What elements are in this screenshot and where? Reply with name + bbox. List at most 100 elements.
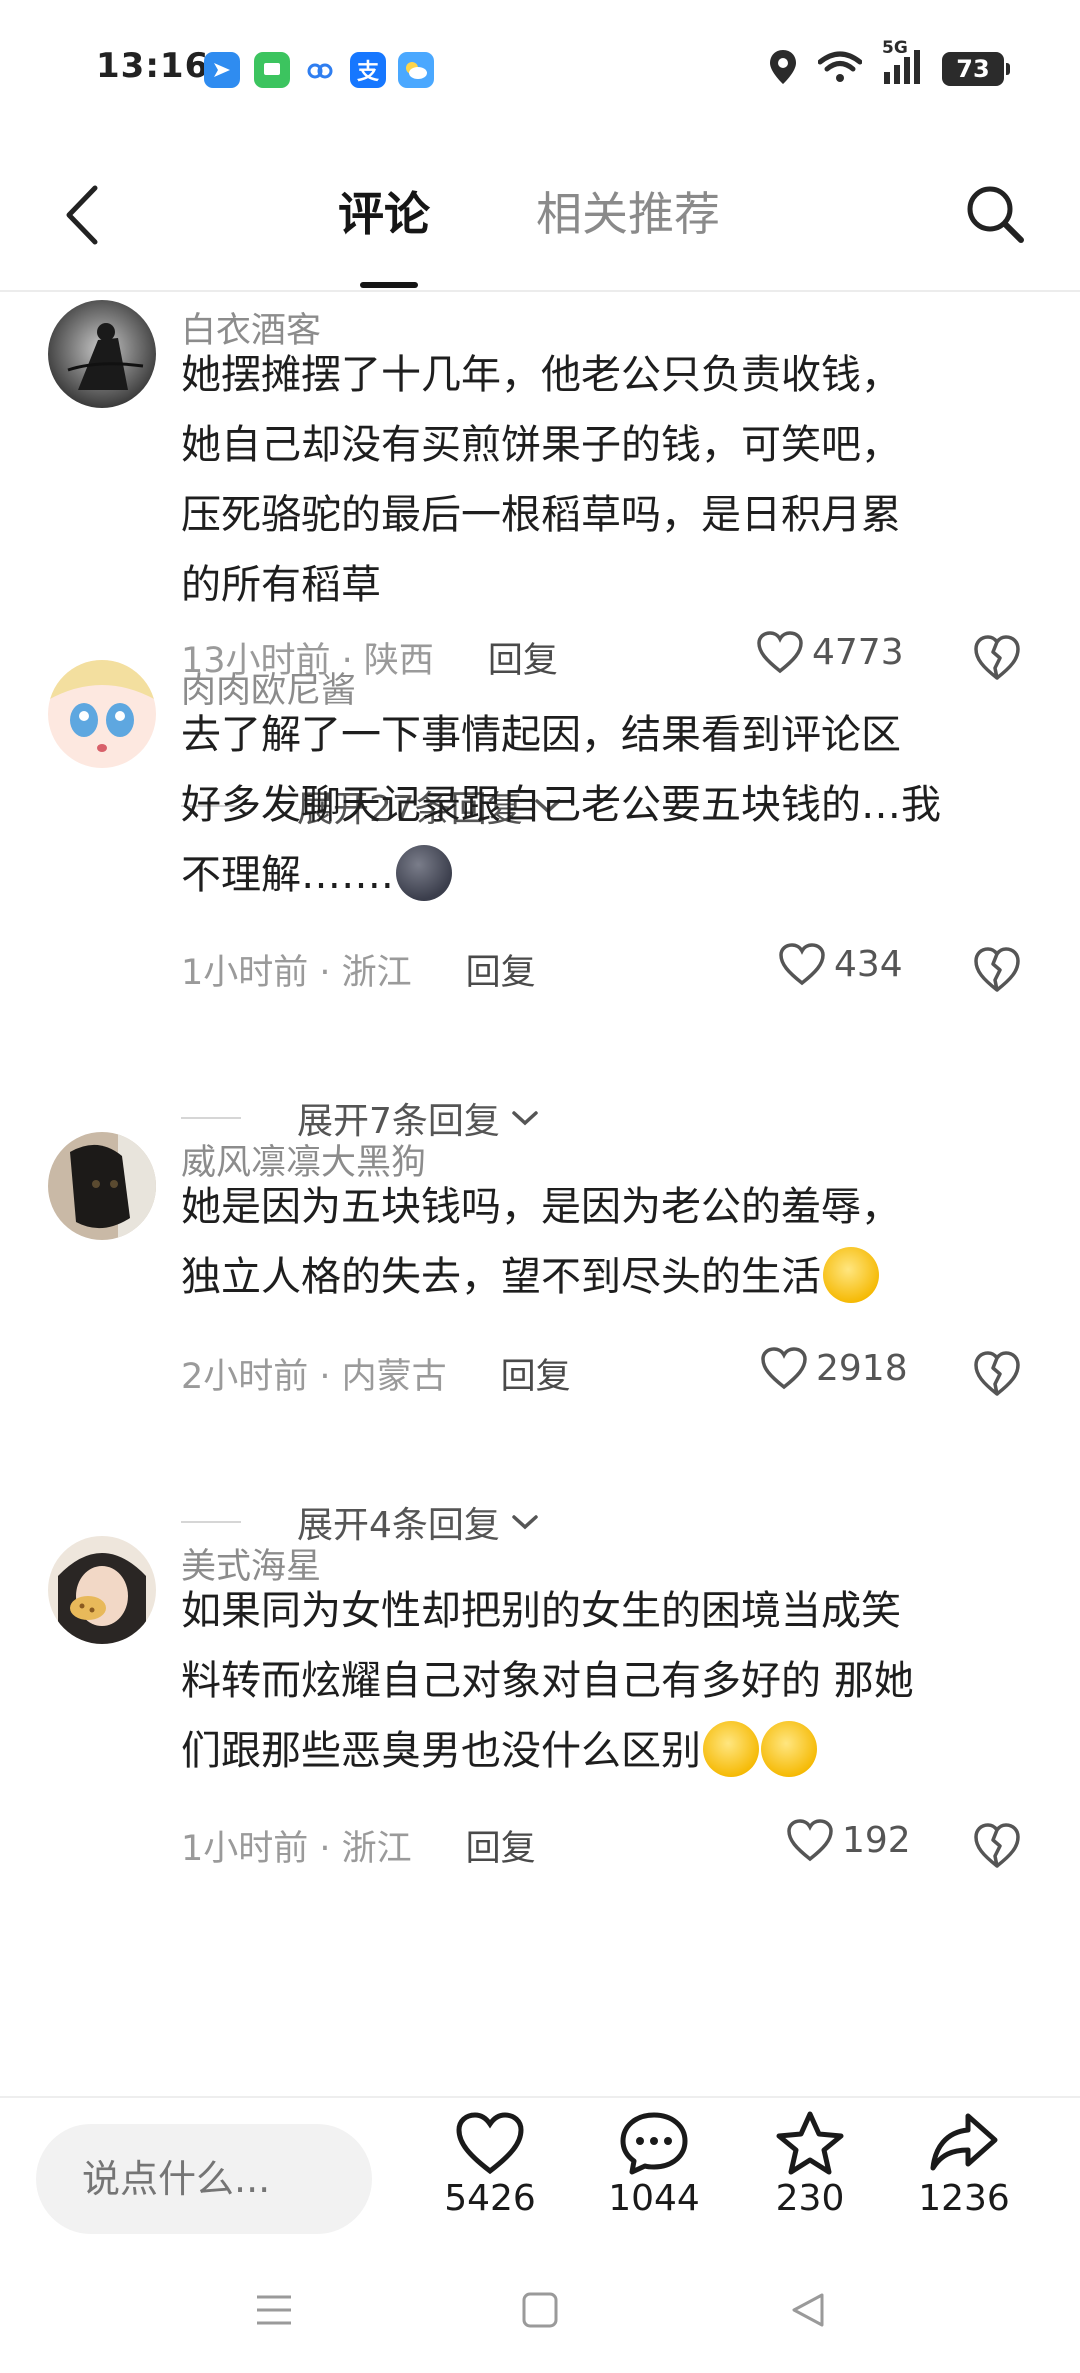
- like-count: 2918: [816, 1347, 908, 1389]
- like-count: 5426: [444, 2178, 536, 2219]
- location-icon: [768, 48, 798, 90]
- like-count: 192: [842, 1819, 911, 1861]
- broken-heart-icon: [974, 1351, 1020, 1396]
- active-tab-indicator: [360, 282, 418, 288]
- comment-meta: 1小时前 · 浙江 回复: [181, 944, 536, 995]
- like-button[interactable]: 434: [778, 942, 903, 986]
- comment-line: 压死骆驼的最后一根稻草吗，是日积月累: [181, 492, 901, 538]
- tab-comments[interactable]: 评论: [338, 178, 430, 244]
- cloud-app-icon: [302, 52, 338, 88]
- comment-text: 如果同为女性却把别的女生的困境当成笑 料转而炫耀自己对象对自己有多好的 那她 们…: [181, 1576, 1021, 1786]
- like-button[interactable]: 192: [786, 1818, 911, 1862]
- battery-indicator: 73: [942, 52, 1010, 86]
- broken-heart-icon: [974, 947, 1020, 992]
- avatar[interactable]: [48, 300, 156, 408]
- dislike-button[interactable]: [972, 1820, 1022, 1870]
- heart-icon: [761, 1347, 807, 1390]
- like-count: 4773: [812, 631, 904, 673]
- reply-button[interactable]: 回复: [466, 944, 536, 995]
- signal-icon: 5G: [882, 38, 922, 90]
- share-arrow-icon: [930, 2113, 998, 2171]
- bottom-action-bar: 5426 1044 230 1236: [0, 2096, 1080, 2256]
- dislike-button[interactable]: [972, 1348, 1022, 1398]
- comment-input[interactable]: [36, 2124, 372, 2234]
- alipay-app-icon: 支: [350, 52, 386, 88]
- square-icon: [522, 2292, 558, 2328]
- time-location: 2小时前 · 内蒙古: [181, 1357, 447, 1397]
- wifi-icon: [817, 50, 863, 88]
- avatar[interactable]: [48, 1536, 156, 1644]
- home-nav-button[interactable]: [500, 2280, 580, 2340]
- like-video-button[interactable]: 5426: [420, 2110, 560, 2219]
- back-nav-button[interactable]: [768, 2280, 848, 2340]
- flushed-face-emoji: [823, 1247, 879, 1303]
- comment-line: 的所有稻草: [181, 562, 381, 608]
- comment-line: 她自己却没有买煎饼果子的钱，可笑吧，: [181, 422, 901, 468]
- flushed-face-emoji: [703, 1721, 759, 1777]
- dislike-button[interactable]: [972, 632, 1022, 682]
- tab-related[interactable]: 相关推荐: [536, 178, 720, 244]
- comment-line: 她是因为五块钱吗，是因为老公的羞辱，: [181, 1184, 901, 1230]
- heart-icon: [779, 943, 825, 986]
- comment-count: 1044: [608, 2178, 700, 2219]
- moon-face-emoji: [395, 845, 452, 901]
- reply-button[interactable]: 回复: [466, 1820, 536, 1871]
- avatar[interactable]: [48, 1132, 156, 1240]
- broken-heart-icon: [974, 1823, 1020, 1868]
- status-icons: 5G 73: [768, 38, 1010, 90]
- header: 评论 相关推荐: [0, 140, 1080, 292]
- flushed-face-emoji: [761, 1721, 817, 1777]
- avatar[interactable]: [48, 660, 156, 768]
- system-nav-bar: [0, 2256, 1080, 2373]
- share-button[interactable]: 1236: [894, 2110, 1034, 2219]
- comment-line: 料转而炫耀自己对象对自己有多好的 那她: [181, 1658, 914, 1704]
- dislike-button[interactable]: [972, 944, 1022, 994]
- comment-text: 她是因为五块钱吗，是因为老公的羞辱， 独立人格的失去，望不到尽头的生活: [181, 1172, 1021, 1312]
- comment-line: 她摆摊摆了十几年，他老公只负责收钱，: [181, 352, 901, 398]
- heart-icon: [456, 2112, 524, 2175]
- menu-nav-button[interactable]: [234, 2280, 314, 2340]
- comment-line: 如果同为女性却把别的女生的困境当成笑: [181, 1588, 901, 1634]
- divider: [181, 1117, 241, 1119]
- comment-line: 去了解了一下事情起因，结果看到评论区: [181, 712, 901, 758]
- heart-icon: [787, 1819, 833, 1862]
- comment-meta: 1小时前 · 浙江 回复: [181, 1820, 536, 1871]
- comment-text: 去了解了一下事情起因，结果看到评论区 好多发聊天记录跟自己老公要五块钱的…我 不…: [181, 700, 1021, 910]
- comment-bubble-icon: [620, 2112, 688, 2175]
- chevron-down-icon: [512, 1515, 538, 1530]
- comment-line: 不理解…….: [181, 840, 1021, 910]
- like-count: 434: [834, 943, 903, 985]
- reply-button[interactable]: 回复: [501, 1348, 571, 1399]
- expand-replies-label: 展开4条回复: [297, 1505, 500, 1546]
- status-bar: 13:16 支 5G 73: [0, 0, 1080, 140]
- time-location: 1小时前 · 浙江: [181, 953, 412, 993]
- like-button[interactable]: 4773: [756, 630, 904, 674]
- chevron-left-icon: [66, 185, 98, 245]
- message-app-icon: [254, 52, 290, 88]
- weather-app-icon: [398, 52, 434, 88]
- favorite-button[interactable]: 230: [740, 2110, 880, 2219]
- comment-text: 她摆摊摆了十几年，他老公只负责收钱， 她自己却没有买煎饼果子的钱，可笑吧， 压死…: [181, 340, 1021, 620]
- back-button[interactable]: [46, 170, 116, 260]
- network-type: 5G: [882, 38, 908, 58]
- comment-line: 好多发聊天记录跟自己老公要五块钱的…我: [181, 782, 941, 828]
- divider: [181, 1521, 241, 1523]
- plane-app-icon: [204, 52, 240, 88]
- broken-heart-icon: [974, 635, 1020, 680]
- share-count: 1236: [918, 2178, 1010, 2219]
- search-icon: [967, 186, 1024, 243]
- comment-line: 独立人格的失去，望不到尽头的生活: [181, 1242, 1021, 1312]
- search-button[interactable]: [950, 164, 1040, 264]
- chevron-down-icon: [512, 1111, 538, 1126]
- status-time: 13:16: [96, 46, 210, 86]
- reply-button[interactable]: 回复: [488, 632, 558, 683]
- comment-list: 白衣酒客 她摆摊摆了十几年，他老公只负责收钱， 她自己却没有买煎饼果子的钱，可笑…: [0, 294, 1080, 2094]
- triangle-back-icon: [792, 2293, 824, 2327]
- like-button[interactable]: 2918: [760, 1346, 908, 1390]
- favorite-count: 230: [775, 2178, 845, 2219]
- comments-button[interactable]: 1044: [584, 2110, 724, 2219]
- heart-icon: [757, 631, 803, 674]
- menu-icon: [257, 2295, 291, 2325]
- time-location: 1小时前 · 浙江: [181, 1829, 412, 1869]
- comment-meta: 2小时前 · 内蒙古 回复: [181, 1348, 571, 1399]
